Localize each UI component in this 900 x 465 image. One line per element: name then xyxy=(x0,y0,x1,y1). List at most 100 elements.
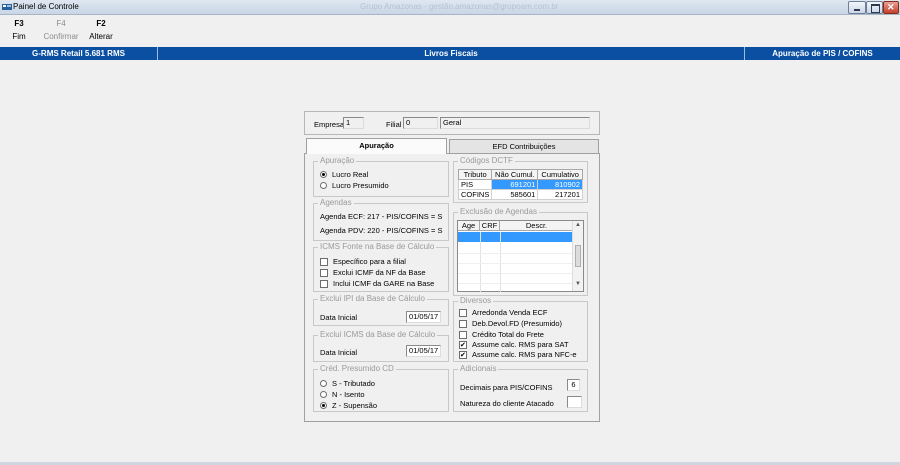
window-title-bar[interactable]: Painel de Controle Grupo Amazonas - gest… xyxy=(0,0,900,15)
checkbox-label: Exclui ICMF da NF da Base xyxy=(333,268,426,277)
agendas-group: Agendas Agenda ECF: 217 - PIS/COFINS = S… xyxy=(313,198,449,241)
toolbar-fim-button[interactable]: F3 Fim xyxy=(8,19,30,41)
row-divider xyxy=(458,283,573,284)
scroll-down-icon[interactable]: ▼ xyxy=(575,281,581,287)
empresa-filial-box: Empresa 1 Filial 0 Geral xyxy=(304,111,600,135)
agenda-pdv-text: Agenda PDV: 220 - PIS/COFINS = S xyxy=(320,226,443,235)
lucro-presumido-radio[interactable]: Lucro Presumido xyxy=(320,181,389,190)
exclui-icmf-checkbox[interactable]: Exclui ICMF da NF da Base xyxy=(320,268,426,277)
toolbar-label: Fim xyxy=(12,32,26,41)
radio-label: S - Tributado xyxy=(332,379,375,388)
radio-label: N - Isento xyxy=(332,390,365,399)
toolbar-key: F3 xyxy=(14,19,24,28)
group-legend: ICMS Fonte na Base de Cálculo xyxy=(318,242,437,251)
toolbar-alterar-button[interactable]: F2 Alterar xyxy=(86,19,116,41)
especifico-filial-checkbox[interactable]: Específico para a filial xyxy=(320,257,406,266)
group-legend: Adicionais xyxy=(458,364,499,373)
icms-data-inicial-field[interactable]: 01/05/17 xyxy=(406,345,441,357)
checkbox-label: Específico para a filial xyxy=(333,257,406,266)
radio-icon xyxy=(320,391,327,398)
group-legend: Exclui IPI da Base de Cálculo xyxy=(318,294,427,303)
checkbox-icon xyxy=(320,279,328,288)
tab-efd-contribuicoes[interactable]: EFD Contribuições xyxy=(449,139,599,153)
close-button[interactable] xyxy=(883,1,899,14)
group-legend: Apuração xyxy=(318,156,357,165)
dctf-table[interactable]: Tributo Não Cumul. Cumulativo PIS 691201… xyxy=(457,169,583,200)
checkbox-checked-icon xyxy=(459,350,467,359)
exclusao-agendas-list[interactable]: Age CRF Descr. ▲ ▼ xyxy=(457,220,584,292)
data-inicial-label: Data Inicial xyxy=(320,313,358,322)
scroll-up-icon[interactable]: ▲ xyxy=(575,222,581,228)
tab-apuracao[interactable]: Apuração xyxy=(306,138,447,154)
inclui-icmf-checkbox[interactable]: Inclui ICMF da GARE na Base xyxy=(320,279,434,288)
radio-label: Z - Supensão xyxy=(332,401,378,410)
col-age: Age xyxy=(458,221,480,231)
col-nao-cumul: Não Cumul. xyxy=(491,169,539,180)
cell-nao-cumul: 691201 xyxy=(491,179,539,190)
checkbox-icon xyxy=(320,268,328,277)
icms-fonte-group: ICMS Fonte na Base de Cálculo Específico… xyxy=(313,242,449,292)
radio-icon xyxy=(320,380,327,387)
row-divider xyxy=(458,273,573,274)
credito-frete-checkbox[interactable]: Crédito Total do Frete xyxy=(459,330,544,339)
row-divider xyxy=(458,263,573,264)
toolbar-key: F4 xyxy=(56,19,66,28)
group-legend: Exclui ICMS da Base de Cálculo xyxy=(318,330,438,339)
isento-radio[interactable]: N - Isento xyxy=(320,390,365,399)
cell-tributo: PIS xyxy=(457,179,493,190)
minimize-button[interactable] xyxy=(848,1,866,14)
header-screen: Apuração de PIS / COFINS xyxy=(772,49,873,58)
decimais-field[interactable]: 6 xyxy=(567,379,580,391)
checkbox-label: Arredonda Venda ECF xyxy=(472,308,548,317)
checkbox-icon xyxy=(459,308,467,317)
tributado-radio[interactable]: S - Tributado xyxy=(320,379,375,388)
cred-presumido-group: Créd. Presumido CD S - Tributado N - Ise… xyxy=(313,364,449,412)
ipi-data-inicial-field[interactable]: 01/05/17 xyxy=(406,311,441,323)
exclui-icms-group: Exclui ICMS da Base de Cálculo Data Inic… xyxy=(313,330,449,362)
app-icon xyxy=(2,4,12,10)
maximize-button[interactable] xyxy=(866,1,883,14)
empresa-field[interactable]: 1 xyxy=(343,117,364,129)
scroll-thumb[interactable] xyxy=(575,245,581,267)
checkbox-label: Inclui ICMF da GARE na Base xyxy=(333,279,435,288)
filial-field[interactable]: 0 xyxy=(403,117,438,129)
group-legend: Créd. Presumido CD xyxy=(318,364,396,373)
checkbox-label: Crédito Total do Frete xyxy=(472,330,544,339)
assume-sat-checkbox[interactable]: Assume calc. RMS para SAT xyxy=(459,340,569,349)
toolbar-key: F2 xyxy=(96,19,106,28)
group-legend: Códigos DCTF xyxy=(458,156,515,165)
window-title: Painel de Controle xyxy=(13,2,79,11)
radio-selected-icon xyxy=(320,402,327,409)
cell-cumulativo: 217201 xyxy=(537,189,583,200)
list-item-selected[interactable] xyxy=(458,232,573,242)
cell-nao-cumul: 585601 xyxy=(491,189,539,200)
table-row[interactable]: COFINS 585601 217201 xyxy=(457,189,583,200)
natureza-field[interactable] xyxy=(567,396,582,408)
group-legend: Agendas xyxy=(318,198,354,207)
group-legend: Exclusão de Agendas xyxy=(458,207,539,216)
table-row[interactable]: PIS 691201 810902 xyxy=(457,179,583,190)
toolbar-confirmar-button[interactable]: F4 Confirmar xyxy=(41,19,81,41)
checkbox-icon xyxy=(459,319,467,328)
apuracao-group: Apuração Lucro Real Lucro Presumido xyxy=(313,156,449,197)
vertical-scrollbar[interactable]: ▲ ▼ xyxy=(572,221,583,291)
assume-nfce-checkbox[interactable]: Assume calc. RMS para NFC-e xyxy=(459,350,577,359)
module-header: G-RMS Retail 5.681 RMS Livros Fiscais Ap… xyxy=(0,47,900,60)
header-product: G-RMS Retail 5.681 RMS xyxy=(0,47,158,60)
empresa-label: Empresa xyxy=(314,120,345,129)
table-header-row: Tributo Não Cumul. Cumulativo xyxy=(457,169,583,180)
lucro-real-radio[interactable]: Lucro Real xyxy=(320,170,368,179)
data-inicial-label: Data Inicial xyxy=(320,348,358,357)
deb-devol-checkbox[interactable]: Deb.Devol.FD (Presumido) xyxy=(459,319,562,328)
diversos-group: Diversos Arredonda Venda ECF Deb.Devol.F… xyxy=(453,296,588,362)
checkbox-label: Deb.Devol.FD (Presumido) xyxy=(472,319,563,328)
suspensao-radio[interactable]: Z - Supensão xyxy=(320,401,377,410)
checkbox-label: Assume calc. RMS para SAT xyxy=(472,340,569,349)
checkbox-checked-icon xyxy=(459,340,467,349)
col-descr: Descr. xyxy=(525,221,548,230)
decimais-label: Decimais para PIS/COFINS xyxy=(460,383,553,392)
natureza-label: Natureza do cliente Atacado xyxy=(460,399,554,408)
exclui-ipi-group: Exclui IPI da Base de Cálculo Data Inici… xyxy=(313,294,449,326)
arredonda-venda-checkbox[interactable]: Arredonda Venda ECF xyxy=(459,308,547,317)
filial-name-field: Geral xyxy=(440,117,590,129)
